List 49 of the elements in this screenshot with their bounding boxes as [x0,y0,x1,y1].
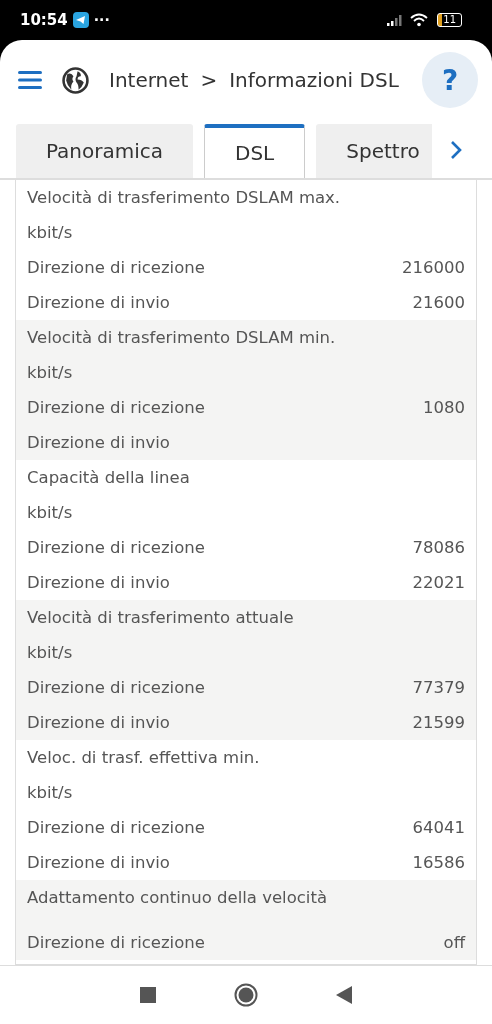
row-label: Direzione di ricezione [27,678,205,697]
group-title: Adattamento continuo della velocità [27,888,328,907]
row-value: 64041 [412,818,465,837]
row-value: 77379 [412,678,465,697]
tab[interactable]: Spettro [316,124,432,178]
row-value: 21599 [412,713,465,732]
tab[interactable]: DSL [204,124,306,178]
paper-plane-icon [72,12,89,28]
battery-indicator: 11 [437,13,462,27]
unit-label: kbit/s [27,363,73,382]
group-title: Velocità di trasferimento DSLAM min. [27,328,336,347]
group-title: Velocità di trasferimento DSLAM max. [27,188,341,207]
row-value: 216000 [402,258,465,277]
row-label: Direzione di ricezione [27,818,205,837]
row-value: off [443,933,465,952]
breadcrumb-separator: > [200,68,218,92]
unit-label: kbit/s [27,503,73,522]
menu-icon[interactable] [18,71,42,89]
group-title: Capacità della linea [27,468,190,487]
tab[interactable]: Panoramica [16,124,193,178]
row-label: Direzione di ricezione [27,258,205,277]
row-value: 78086 [412,538,465,557]
page-title: Informazioni DSL [229,68,399,92]
more-notifications: ··· [93,12,110,28]
help-button[interactable]: ? [422,52,478,108]
row-value: 1080 [423,398,465,417]
home-circle-icon[interactable] [234,983,258,1007]
unit-label: kbit/s [27,783,73,802]
row-label: Direzione di invio [27,573,170,592]
group-title: Veloc. di trasf. effettiva min. [27,748,260,767]
breadcrumb-link[interactable]: Internet [109,68,189,92]
unit-label: kbit/s [27,643,73,662]
clock-time: 10:54 [20,11,68,29]
row-label: Direzione di ricezione [27,538,205,557]
row-label: Direzione di invio [27,433,170,452]
back-triangle-icon[interactable] [336,986,352,1004]
row-label: Direzione di ricezione [27,933,205,952]
row-label: Direzione di invio [27,293,170,312]
row-value: 22021 [412,573,465,592]
chevron-right-icon[interactable] [450,140,462,160]
wifi-icon [410,13,429,27]
row-label: Direzione di invio [27,713,170,732]
group-title: Velocità di trasferimento attuale [27,608,294,627]
globe-icon [62,66,89,94]
row-value: 16586 [412,853,465,872]
unit-label: kbit/s [27,223,73,242]
row-value: 21600 [412,293,465,312]
row-label: Direzione di invio [27,853,170,872]
row-label: Direzione di ricezione [27,398,205,417]
